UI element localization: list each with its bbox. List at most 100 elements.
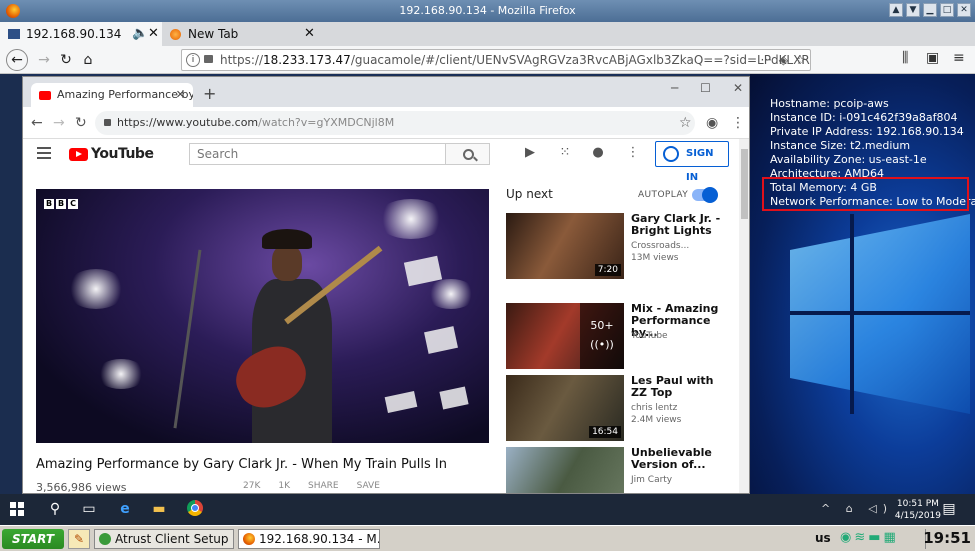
recommendation-item[interactable]: 16:54 Les Paul with ZZ Top chris lentz 2… xyxy=(506,375,736,441)
video-title: Amazing Performance by Gary Clark Jr. - … xyxy=(36,457,447,472)
search-icon[interactable]: ⚲ xyxy=(46,500,64,518)
recommendation-channel[interactable]: Crossroads... xyxy=(631,241,689,251)
edge-browser-icon[interactable]: e xyxy=(116,500,134,518)
video-thumbnail[interactable] xyxy=(506,447,624,493)
site-info-icon[interactable]: i xyxy=(186,53,200,67)
system-tray-icons[interactable]: ^ ⌂ ◁) xyxy=(821,502,893,515)
firefox-icon xyxy=(243,533,255,545)
back-button[interactable]: ← xyxy=(6,49,28,71)
window-maximize-button[interactable]: □ xyxy=(940,3,954,17)
home-button[interactable]: ⌂ xyxy=(78,50,98,70)
lock-icon xyxy=(204,55,213,63)
recommendation-title[interactable]: Gary Clark Jr. - Bright Lights xyxy=(631,213,731,237)
video-thumbnail[interactable]: 50+ ((•)) xyxy=(506,303,624,369)
share-button[interactable]: SHARE xyxy=(308,481,339,491)
window-close-button[interactable]: ✕ xyxy=(957,3,971,17)
autoplay-label: AUTOPLAY xyxy=(638,190,689,200)
save-button[interactable]: SAVE xyxy=(357,481,380,491)
search-icon[interactable] xyxy=(445,143,490,165)
tab-audio-icon[interactable]: 🔈 xyxy=(132,22,148,46)
chrome-forward-button[interactable]: → xyxy=(53,115,65,131)
chrome-profile-icon[interactable]: ◉ xyxy=(706,115,718,131)
url-host: 18.233.173.47 xyxy=(263,53,351,67)
messages-icon[interactable]: ● xyxy=(591,146,605,160)
video-player[interactable]: BBC xyxy=(36,189,489,443)
mix-count: 50+ xyxy=(590,319,614,332)
chrome-omnibox[interactable]: https://www.youtube.com/watch?v=gYXMDCNj… xyxy=(95,111,695,135)
upload-video-icon[interactable]: ▶ xyxy=(523,146,537,160)
library-icon[interactable]: ⫼ xyxy=(902,50,908,66)
local-clock[interactable]: 19:51 xyxy=(923,529,971,547)
chrome-tab-close-icon[interactable]: ✕ xyxy=(176,83,185,107)
recommendation-channel[interactable]: Jim Carty xyxy=(631,475,672,485)
highlight-box xyxy=(762,177,969,211)
chrome-reload-button[interactable]: ↻ xyxy=(75,115,87,131)
page-actions-icon[interactable]: ··· xyxy=(761,50,772,70)
notifications-icon[interactable]: ▤ xyxy=(940,500,958,518)
task-view-icon[interactable]: ▭ xyxy=(80,500,98,518)
recommendation-views: 2.4M views xyxy=(631,415,682,425)
keyboard-language[interactable]: us xyxy=(815,531,831,545)
windows-clock[interactable]: 10:51 PM 4/15/2019 xyxy=(895,498,941,522)
tray-icons[interactable]: ◉≋▬▦ xyxy=(840,530,899,545)
chrome-app-icon[interactable] xyxy=(186,500,204,518)
url-bar[interactable]: i https://18.233.173.47/guacamole/#/clie… xyxy=(181,49,811,71)
sign-in-button[interactable]: SIGN IN xyxy=(655,141,729,183)
window-up-button[interactable]: ▲ xyxy=(889,3,903,17)
bookmark-star-icon[interactable]: ☆ xyxy=(795,50,806,70)
task-firefox-window[interactable]: 192.168.90.134 - M... xyxy=(238,529,380,549)
task-atrust-setup[interactable]: Atrust Client Setup xyxy=(94,529,234,549)
pocket-icon[interactable]: ◈ xyxy=(779,50,788,70)
page-scrollbar[interactable] xyxy=(739,139,749,493)
sidebar-icon[interactable]: ▣ xyxy=(926,50,939,66)
recommendation-channel[interactable]: chris lentz xyxy=(631,403,677,413)
mix-radio-icon: ((•)) xyxy=(590,338,614,351)
chrome-url-host: https://www.youtube.com xyxy=(117,116,259,129)
forward-button[interactable]: → xyxy=(34,50,54,70)
youtube-logo[interactable]: YouTube xyxy=(69,145,154,163)
chrome-menu-icon[interactable]: ⋮ xyxy=(731,115,745,131)
chrome-new-tab-button[interactable]: + xyxy=(203,83,216,105)
windows-logo-divider xyxy=(790,311,970,315)
chrome-window-controls: ─ ☐ ✕ xyxy=(671,81,743,95)
tab-close-icon[interactable]: ✕ xyxy=(304,22,315,46)
chrome-back-button[interactable]: ← xyxy=(31,115,43,131)
chrome-tab-youtube[interactable]: Amazing Performance by Ga ✕ xyxy=(31,83,193,107)
chrome-tab-label: Amazing Performance by Ga xyxy=(57,88,193,101)
windows-start-icon[interactable] xyxy=(10,502,24,516)
apps-grid-icon[interactable]: ⁙ xyxy=(558,146,572,160)
scrollbar-thumb[interactable] xyxy=(741,149,748,219)
menu-icon[interactable]: ≡ xyxy=(953,50,965,66)
tab-new-tab[interactable]: New Tab ✕ xyxy=(162,22,322,46)
file-explorer-icon[interactable]: ▬ xyxy=(150,500,168,518)
tab-close-icon[interactable]: ✕ xyxy=(148,22,159,46)
chrome-maximize-button[interactable]: ☐ xyxy=(700,81,711,95)
reload-button[interactable]: ↻ xyxy=(56,50,76,70)
local-taskbar: START ✎ Atrust Client Setup 192.168.90.1… xyxy=(0,525,975,551)
chrome-minimize-button[interactable]: ─ xyxy=(671,81,678,95)
chrome-bookmark-icon[interactable]: ☆ xyxy=(679,115,692,131)
dislike-button[interactable]: 1K xyxy=(278,481,290,491)
setup-icon xyxy=(99,533,111,545)
video-thumbnail[interactable]: 7:20 xyxy=(506,213,624,279)
recommendation-title[interactable]: Unbelievable Version of... xyxy=(631,447,731,471)
remote-desktop[interactable]: Hostname: pcoip-aws Instance ID: i-091c4… xyxy=(0,74,975,525)
private-ip-line: Private IP Address: 192.168.90.134 xyxy=(770,125,964,138)
settings-more-icon[interactable]: ⋮ xyxy=(626,146,640,160)
pencil-launcher-icon[interactable]: ✎ xyxy=(68,529,90,549)
window-down-button[interactable]: ▼ xyxy=(906,3,920,17)
recommendation-title[interactable]: Les Paul with ZZ Top xyxy=(631,375,731,399)
recommendation-item[interactable]: 50+ ((•)) Mix - Amazing Performance by..… xyxy=(506,303,736,369)
recommendation-channel[interactable]: YouTube xyxy=(631,331,668,341)
recommendation-item[interactable]: 7:20 Gary Clark Jr. - Bright Lights Cros… xyxy=(506,213,736,279)
autoplay-toggle[interactable] xyxy=(692,187,718,203)
guide-menu-icon[interactable] xyxy=(37,147,51,159)
window-minimize-button[interactable]: ▁ xyxy=(923,3,937,17)
like-button[interactable]: 27K xyxy=(243,481,260,491)
youtube-search-input[interactable]: Search xyxy=(189,143,445,165)
recommendation-item[interactable]: Unbelievable Version of... Jim Carty xyxy=(506,447,736,493)
start-button[interactable]: START xyxy=(2,529,64,549)
chrome-close-button[interactable]: ✕ xyxy=(733,81,743,95)
tab-guacamole[interactable]: 192.168.90.134 🔈 ✕ xyxy=(0,22,162,46)
video-thumbnail[interactable]: 16:54 xyxy=(506,375,624,441)
